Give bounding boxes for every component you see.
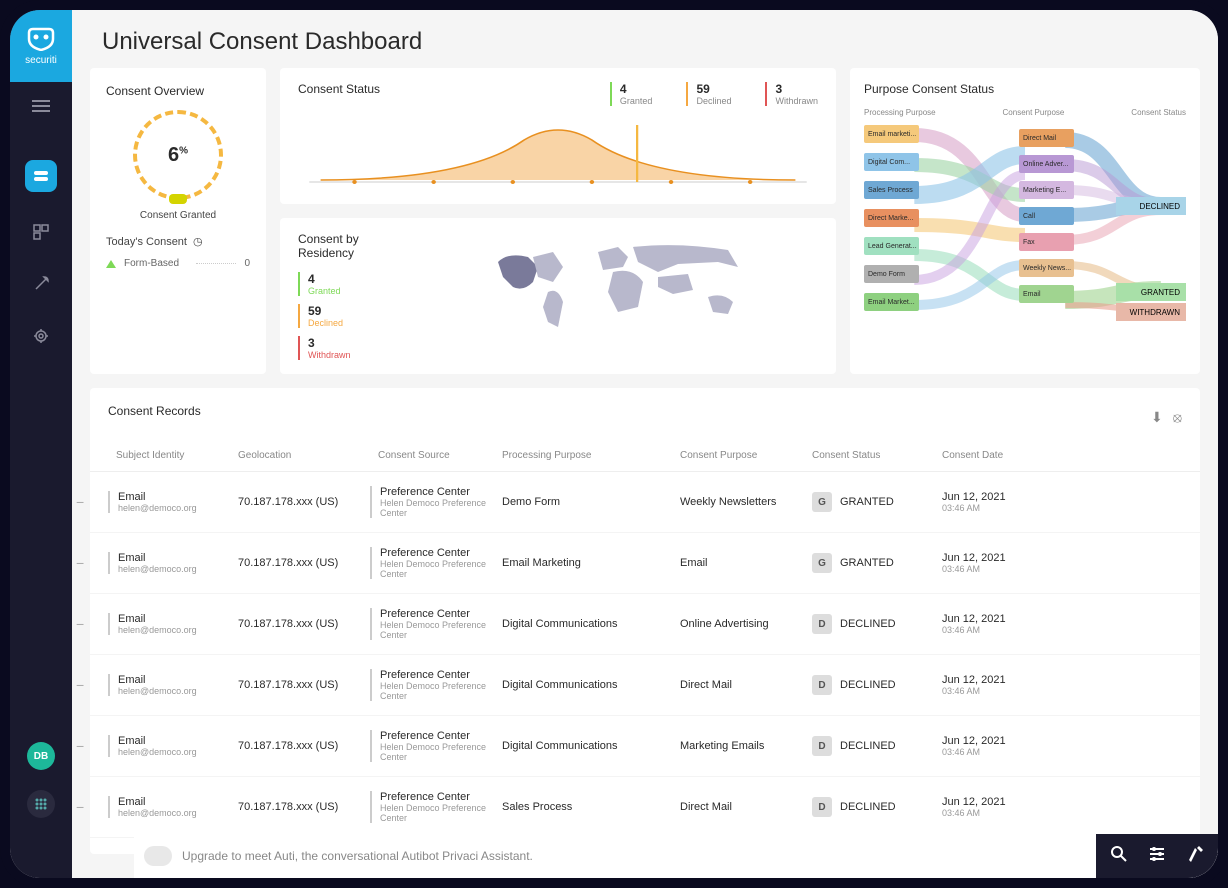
status-title: Consent Status [298, 82, 380, 96]
consent-status-card: Consent Status 4 Granted 59 Declined [280, 68, 836, 204]
collapse-icon[interactable]: − [76, 494, 84, 510]
sankey-left-node: Email marketi... [864, 125, 919, 143]
sankey-withdrawn: WITHDRAWN [1116, 303, 1186, 321]
purpose-consent-card: Purpose Consent Status Processing Purpos… [850, 68, 1200, 374]
status-badge: D [812, 736, 832, 756]
sankey-diagram: Email marketi... Digital Com... Sales Proc… [864, 125, 1186, 335]
status-badge: D [812, 675, 832, 695]
securiti-icon [27, 27, 55, 51]
nav-settings-icon[interactable] [29, 324, 53, 348]
filter-icon[interactable] [1148, 845, 1166, 868]
key-icon [169, 194, 187, 204]
table-row[interactable]: − Emailhelen@democo.org 70.187.178.xxx (… [90, 533, 1200, 594]
distribution-chart [298, 120, 818, 190]
sankey-declined: DECLINED [1116, 197, 1186, 215]
sankey-title: Purpose Consent Status [864, 82, 1186, 96]
sankey-mid-node: Fax [1019, 233, 1074, 251]
sankey-mid-node: Direct Mail [1019, 129, 1074, 147]
nav-dashboard-icon[interactable] [25, 160, 57, 192]
sankey-left-node: Email Market... [864, 293, 919, 311]
download-icon[interactable]: ⬇ [1151, 409, 1163, 426]
consent-overview-card: Consent Overview 6% Consent Granted Toda… [90, 68, 266, 374]
residency-declined: 59 Declined [298, 304, 418, 328]
status-badge: D [812, 797, 832, 817]
header: Universal Consent Dashboard [72, 10, 1218, 68]
main: Universal Consent Dashboard Consent Over… [72, 10, 1218, 878]
consent-records-card: Consent Records ⬇ ⦻ Subject Identity Geo… [90, 388, 1200, 854]
table-row[interactable]: − Emailhelen@democo.org 70.187.178.xxx (… [90, 655, 1200, 716]
records-title: Consent Records [108, 404, 201, 418]
gauge-label: Consent Granted [106, 210, 250, 221]
metric-declined: 59 Declined [686, 82, 731, 106]
sankey-mid-node: Weekly News... [1019, 259, 1074, 277]
world-map [438, 232, 818, 360]
residency-title: Consent by Residency [298, 232, 418, 260]
table-header: Subject Identity Geolocation Consent Sou… [90, 440, 1200, 472]
nav-grid-icon[interactable] [29, 220, 53, 244]
sankey-h2: Consent Purpose [1003, 108, 1065, 117]
sankey-left-node: Direct Marke... [864, 209, 919, 227]
sankey-h1: Processing Purpose [864, 108, 936, 117]
sankey-left-node: Demo Form [864, 265, 919, 283]
clock-icon: ◷ [193, 235, 203, 248]
collapse-icon[interactable]: − [76, 555, 84, 571]
nav-tools-icon[interactable] [29, 272, 53, 296]
search-icon[interactable] [1110, 845, 1128, 868]
brand-logo[interactable]: securiti [10, 10, 72, 82]
table-row[interactable]: − Emailhelen@democo.org 70.187.178.xxx (… [90, 716, 1200, 777]
todays-consent: Today's Consent ◷ [106, 235, 250, 248]
build-icon[interactable] [1186, 845, 1204, 868]
chat-icon[interactable] [144, 846, 172, 866]
sankey-mid-node: Online Adver... [1019, 155, 1074, 173]
page-title: Universal Consent Dashboard [102, 28, 1188, 56]
residency-withdrawn: 3 Withdrawn [298, 336, 418, 360]
status-badge: G [812, 492, 832, 512]
sidebar: securiti DB [10, 10, 72, 878]
brand-name: securiti [25, 55, 57, 66]
collapse-icon[interactable]: − [76, 677, 84, 693]
status-badge: G [812, 553, 832, 573]
residency-granted: 4 Granted [298, 272, 418, 296]
upgrade-text: Upgrade to meet Auti, the conversational… [182, 849, 1096, 863]
user-avatar[interactable]: DB [27, 742, 55, 770]
consent-gauge: 6% [133, 110, 223, 200]
consent-residency-card: Consent by Residency 4 Granted 59 Declin… [280, 218, 836, 374]
metric-granted: 4 Granted [610, 82, 653, 106]
menu-toggle[interactable] [32, 100, 50, 112]
apps-icon[interactable] [27, 790, 55, 818]
up-triangle-icon [106, 260, 116, 268]
collapse-icon[interactable]: − [76, 799, 84, 815]
sankey-left-node: Lead Generat... [864, 237, 919, 255]
sankey-granted: GRANTED [1116, 283, 1186, 301]
overview-title: Consent Overview [106, 84, 250, 98]
bottom-bar: Upgrade to meet Auti, the conversational… [134, 834, 1218, 878]
metric-withdrawn: 3 Withdrawn [765, 82, 818, 106]
collapse-icon[interactable]: − [76, 738, 84, 754]
table-row[interactable]: − Emailhelen@democo.org 70.187.178.xxx (… [90, 777, 1200, 838]
table-row[interactable]: − Emailhelen@democo.org 70.187.178.xxx (… [90, 472, 1200, 533]
sankey-mid-node: Email [1019, 285, 1074, 303]
status-badge: D [812, 614, 832, 634]
sankey-mid-node: Call [1019, 207, 1074, 225]
sankey-h3: Consent Status [1131, 108, 1186, 117]
visibility-icon[interactable]: ⦻ [1173, 409, 1182, 426]
sankey-mid-node: Marketing E... [1019, 181, 1074, 199]
form-based-row: Form-Based 0 [106, 258, 250, 269]
sankey-left-node: Sales Process [864, 181, 919, 199]
nav-icons [25, 160, 57, 348]
sankey-left-node: Digital Com... [864, 153, 919, 171]
collapse-icon[interactable]: − [76, 616, 84, 632]
table-row[interactable]: − Emailhelen@democo.org 70.187.178.xxx (… [90, 594, 1200, 655]
